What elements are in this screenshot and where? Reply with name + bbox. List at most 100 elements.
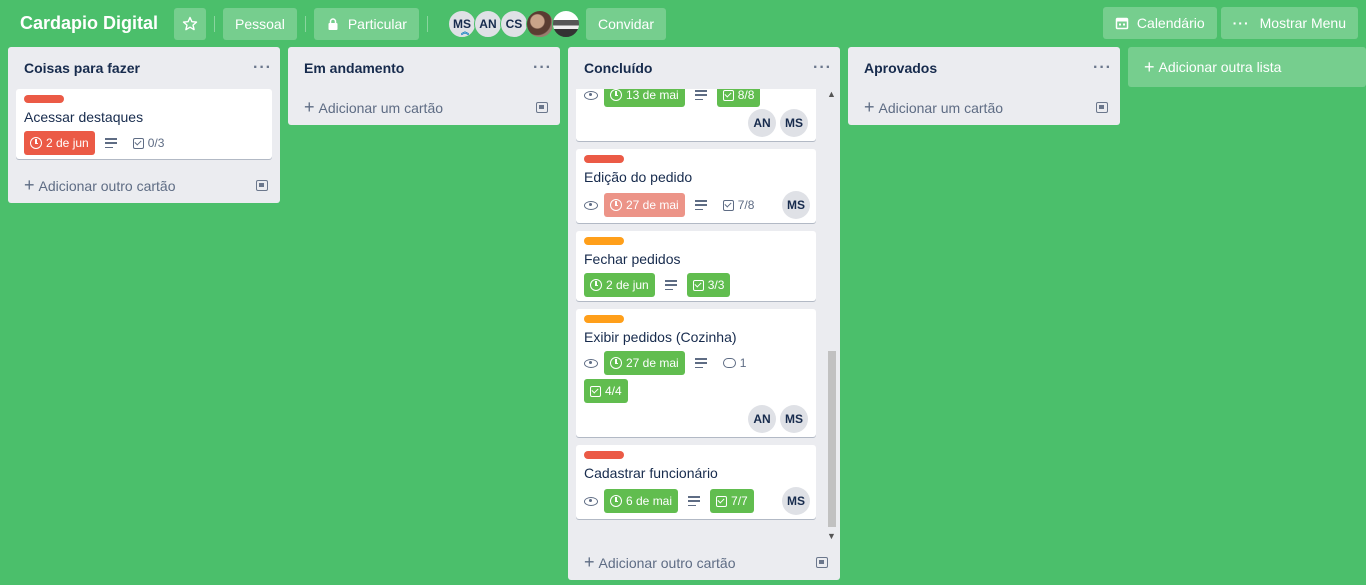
due-date-badge[interactable]: 27 de mai	[604, 351, 685, 375]
list-concluido: Concluído ··· 13 de mai 8/8 AN MS Edição	[568, 47, 840, 580]
more-icon[interactable]: ···	[533, 59, 552, 77]
checklist-icon	[722, 199, 734, 211]
card-label-red[interactable]	[584, 451, 624, 459]
due-date-badge[interactable]: 2 de jun	[584, 273, 655, 297]
list-scrollbar[interactable]: ▲ ▼	[826, 89, 838, 544]
card-title: Exibir pedidos (Cozinha)	[584, 329, 737, 345]
checklist-icon	[716, 495, 728, 507]
calendar-button[interactable]: Calendário	[1102, 7, 1217, 39]
clock-icon	[610, 89, 622, 101]
star-icon	[182, 16, 198, 30]
more-icon: ···	[1232, 15, 1250, 31]
template-icon[interactable]	[1096, 101, 1108, 113]
header-divider	[426, 15, 428, 32]
list-title[interactable]: Coisas para fazer	[24, 60, 140, 76]
team-button[interactable]: Pessoal	[223, 7, 297, 40]
member-avatar-cs[interactable]: CS	[499, 9, 528, 38]
visibility-button[interactable]: Particular	[313, 7, 419, 40]
add-card-button[interactable]: + Adicionar outro cartão	[8, 167, 280, 203]
checklist-badge: 0/3	[127, 131, 171, 155]
member-avatar[interactable]: MS	[782, 487, 810, 515]
eye-icon	[584, 496, 598, 506]
eye-icon	[584, 200, 598, 210]
card-members: AN MS	[584, 405, 808, 433]
checklist-badge: 8/8	[716, 89, 761, 107]
add-card-button[interactable]: + Adicionar um cartão	[848, 89, 1120, 125]
eye-icon	[584, 358, 598, 368]
list-em-andamento: Em andamento ··· + Adicionar um cartão	[288, 47, 560, 125]
member-avatar[interactable]: MS	[780, 109, 808, 137]
show-menu-button[interactable]: ··· Mostrar Menu	[1220, 7, 1358, 39]
card-badges: 2 de jun 3/3	[584, 273, 808, 297]
menu-label: Mostrar Menu	[1259, 15, 1346, 31]
member-avatar[interactable]: AN	[748, 109, 776, 137]
board-header: Cardapio Digital Pessoal Particular MS ︽ …	[0, 0, 1366, 47]
card-title: Fechar pedidos	[584, 251, 681, 267]
add-list-button[interactable]: + Adicionar outra lista	[1128, 47, 1366, 87]
plus-icon: +	[304, 96, 315, 117]
due-date-badge[interactable]: 2 de jun	[24, 131, 95, 155]
member-avatar-photo[interactable]	[525, 9, 554, 38]
due-date-badge[interactable]: 27 de mai	[604, 193, 685, 217]
list-header: Concluído ···	[568, 47, 840, 89]
card-acessar-destaques[interactable]: Acessar destaques 2 de jun 0/3	[16, 89, 272, 159]
card-label-orange[interactable]	[584, 315, 624, 323]
card-badges: 27 de mai 7/8 MS	[584, 191, 810, 219]
add-list-label: Adicionar outra lista	[1158, 59, 1282, 75]
card-badges: 6 de mai 7/7 MS	[584, 487, 810, 515]
calendar-label: Calendário	[1136, 15, 1205, 31]
member-avatar[interactable]: MS	[780, 405, 808, 433]
list-cards-scroll[interactable]: 13 de mai 8/8 AN MS Edição do pedido 27 …	[568, 89, 840, 544]
member-avatar-an[interactable]: AN	[473, 9, 502, 38]
checklist-icon	[722, 89, 734, 101]
card-partial[interactable]: 13 de mai 8/8 AN MS	[576, 89, 816, 141]
add-card-button[interactable]: + Adicionar um cartão	[288, 89, 560, 125]
clock-icon	[610, 495, 622, 507]
template-icon[interactable]	[256, 179, 268, 191]
template-icon[interactable]	[536, 101, 548, 113]
card-title: Edição do pedido	[584, 169, 693, 185]
card-badges: 27 de mai 1	[584, 351, 808, 375]
checklist-badge: 4/4	[584, 379, 628, 403]
more-icon[interactable]: ···	[253, 59, 272, 77]
card-exibir-pedidos-cozinha[interactable]: Exibir pedidos (Cozinha) 27 de mai 1 4/4…	[576, 309, 816, 437]
add-card-button[interactable]: + Adicionar outro cartão	[568, 544, 840, 580]
checklist-icon	[132, 137, 144, 149]
card-cadastrar-funcionario[interactable]: Cadastrar funcionário 6 de mai 7/7 MS	[576, 445, 816, 519]
card-edicao-do-pedido[interactable]: Edição do pedido 27 de mai 7/8 MS	[576, 149, 816, 223]
description-icon	[694, 90, 707, 100]
clock-icon	[590, 279, 602, 291]
list-title[interactable]: Aprovados	[864, 60, 937, 76]
board-title[interactable]: Cardapio Digital	[20, 13, 158, 34]
list-title[interactable]: Em andamento	[304, 60, 404, 76]
list-title[interactable]: Concluído	[584, 60, 652, 76]
description-icon	[688, 496, 701, 506]
more-icon[interactable]: ···	[813, 59, 832, 77]
member-avatar-ms[interactable]: MS ︽	[447, 9, 476, 38]
card-label-orange[interactable]	[584, 237, 624, 245]
card-label-red[interactable]	[584, 155, 624, 163]
scroll-down-icon[interactable]: ▼	[827, 531, 836, 541]
due-date-badge[interactable]: 13 de mai	[604, 89, 685, 107]
list-header: Aprovados ···	[848, 47, 1120, 89]
member-avatar-photo[interactable]	[551, 9, 580, 38]
clock-icon	[30, 137, 42, 149]
template-icon[interactable]	[816, 556, 828, 568]
plus-icon: +	[864, 96, 875, 117]
more-icon[interactable]: ···	[1093, 59, 1112, 77]
member-avatar[interactable]: AN	[748, 405, 776, 433]
invite-button[interactable]: Convidar	[585, 7, 666, 40]
list-cards: 13 de mai 8/8 AN MS Edição do pedido 27 …	[568, 89, 824, 527]
description-icon	[664, 280, 677, 290]
due-date-badge[interactable]: 6 de mai	[604, 489, 679, 513]
description-icon	[104, 138, 117, 148]
card-badges: 4/4	[584, 379, 808, 403]
card-fechar-pedidos[interactable]: Fechar pedidos 2 de jun 3/3	[576, 231, 816, 301]
card-members: AN MS	[584, 109, 808, 137]
scroll-up-icon[interactable]: ▲	[827, 89, 836, 99]
member-avatar[interactable]: MS	[782, 191, 810, 219]
scroll-thumb[interactable]	[828, 351, 836, 527]
card-label-red[interactable]	[24, 95, 64, 103]
description-icon	[694, 200, 707, 210]
star-button[interactable]	[174, 7, 207, 40]
